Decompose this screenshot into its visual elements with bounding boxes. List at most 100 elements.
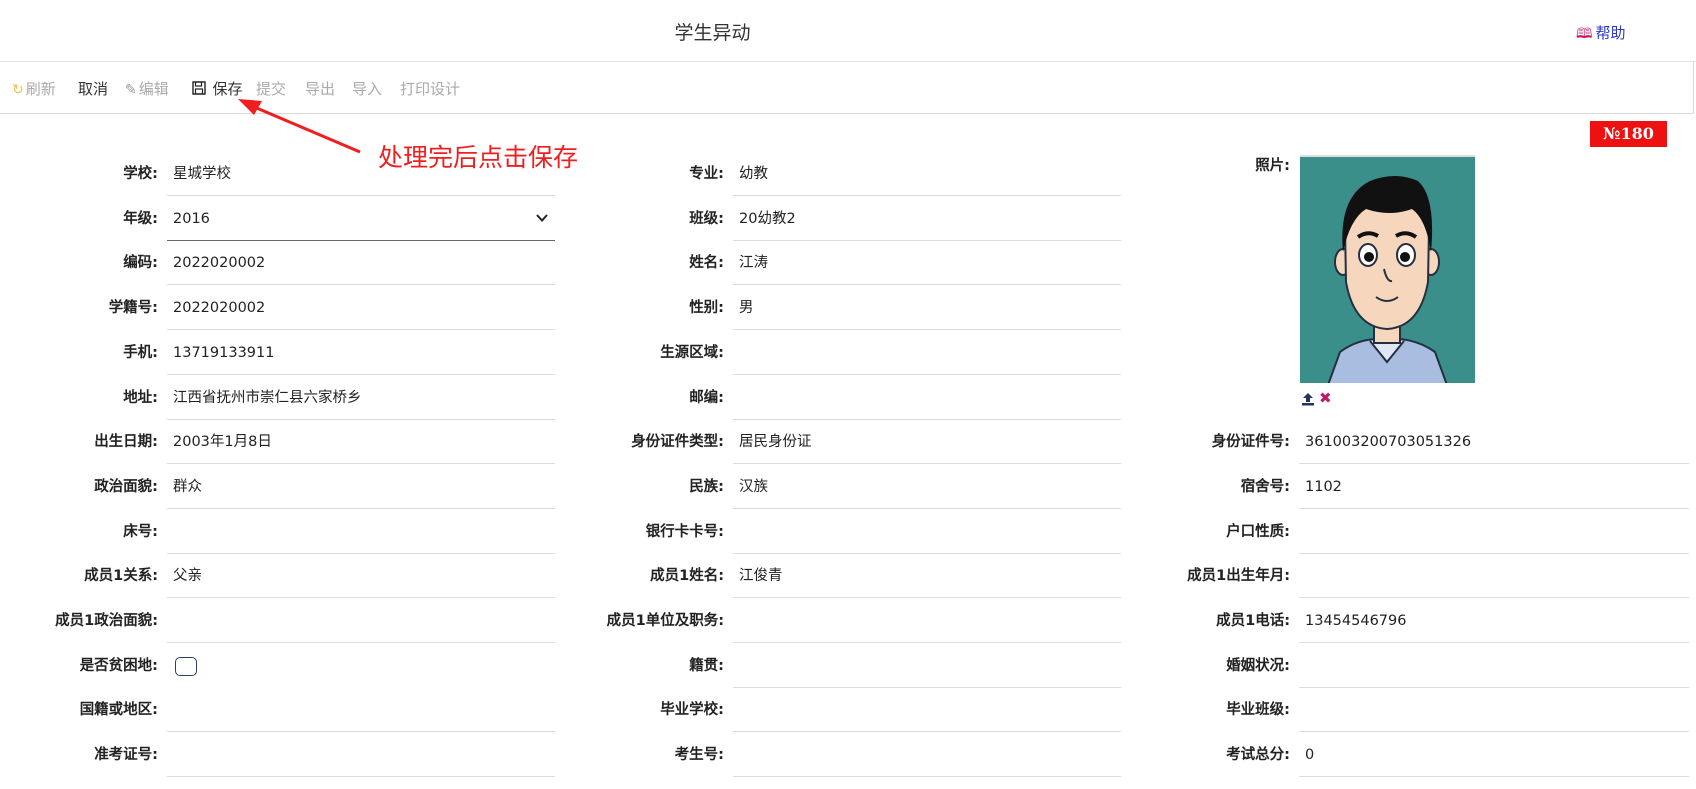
export-button[interactable]: 导出 (305, 78, 335, 99)
field-input[interactable] (1299, 644, 1689, 688)
field-label: 身份证件号: (1211, 434, 1290, 451)
field-input[interactable]: 父亲 (167, 554, 555, 599)
field-label: 身份证件类型: (631, 434, 724, 451)
cancel-button[interactable]: 取消 (78, 78, 108, 99)
field-input[interactable] (733, 510, 1121, 554)
field-input[interactable] (167, 733, 555, 778)
field-input[interactable] (733, 599, 1121, 643)
field-label: 年级: (123, 210, 158, 227)
field-input[interactable]: 13454546796 (1299, 599, 1689, 643)
poverty-area-checkbox[interactable] (175, 656, 197, 676)
field-input[interactable]: 361003200703051326 (1299, 420, 1689, 465)
field-label: 床号: (123, 523, 158, 540)
field-input[interactable]: 2022020002 (167, 241, 555, 286)
form-field: 成员1电话: 13454546796 (1150, 599, 1689, 643)
form-field: 成员1政治面貌: (20, 599, 555, 643)
form-field: 民族: 汉族 (576, 465, 1121, 509)
form-field: 成员1单位及职务: (576, 599, 1121, 643)
field-label: 宿舍号: (1240, 478, 1290, 495)
field-input[interactable] (1299, 554, 1689, 599)
field-input[interactable] (167, 510, 555, 554)
field-label: 户口性质: (1226, 523, 1290, 540)
field-label: 国籍或地区: (79, 702, 158, 719)
field-input[interactable]: 男 (733, 286, 1121, 331)
field-input[interactable] (1299, 510, 1689, 554)
form-field: 身份证件类型: 居民身份证 (576, 420, 1121, 465)
field-label: 学校: (123, 166, 158, 182)
form-field: 班级: 20幼教2 (576, 197, 1121, 241)
field-input[interactable] (167, 599, 555, 643)
field-input[interactable]: 幼教 (733, 152, 1121, 196)
chevron-down-icon (536, 214, 548, 222)
form-field: 政治面貌: 群众 (20, 465, 555, 509)
field-input[interactable] (733, 733, 1121, 778)
field-input[interactable]: 居民身份证 (733, 420, 1121, 465)
form-field: 籍贯: (576, 644, 1121, 688)
form-field: 婚姻状况: (1150, 644, 1689, 688)
upload-icon[interactable] (1301, 391, 1315, 410)
field-label: 生源区域: (660, 344, 724, 361)
submit-label: 提交 (256, 80, 287, 98)
field-label: 是否贫困地: (79, 657, 158, 674)
form-field: 成员1关系: 父亲 (20, 554, 555, 599)
photo-actions: ✖ (1301, 391, 1341, 409)
help-label: 帮助 (1595, 24, 1626, 42)
field-input[interactable]: 江涛 (733, 241, 1121, 286)
edit-button[interactable]: ✎ 编辑 (125, 78, 169, 99)
form-field: 邮编: (576, 376, 1121, 420)
form-field: 学校: 星城学校 (20, 152, 555, 196)
edit-label: 编辑 (138, 80, 169, 98)
poverty-area-field (167, 644, 555, 688)
field-label: 成员1单位及职务: (606, 613, 724, 629)
field-label: 邮编: (689, 389, 724, 406)
field-label: 成员1政治面貌: (55, 613, 158, 629)
grade-select[interactable]: 2016 (167, 197, 555, 241)
field-input[interactable] (733, 688, 1121, 733)
field-label: 毕业班级: (1226, 702, 1290, 719)
toolbar: ↻ 刷新 取消 ✎ 编辑 保存 提交 导出 导入 打印设计 (0, 62, 1694, 114)
field-input[interactable] (733, 376, 1121, 420)
submit-button[interactable]: 提交 (256, 78, 286, 99)
field-input[interactable]: 江俊青 (733, 554, 1121, 599)
field-label: 婚姻状况: (1226, 657, 1290, 674)
field-input[interactable]: 2022020002 (167, 286, 555, 331)
refresh-button[interactable]: ↻ 刷新 (12, 78, 56, 99)
field-input[interactable]: 20幼教2 (733, 197, 1121, 241)
field-label: 民族: (689, 478, 724, 495)
form-field: 成员1姓名: 江俊青 (576, 554, 1121, 599)
field-label: 性别: (689, 300, 724, 317)
field-input[interactable] (733, 644, 1121, 688)
form-field: 银行卡卡号: (576, 510, 1121, 554)
field-input[interactable] (167, 688, 555, 733)
import-button[interactable]: 导入 (352, 78, 382, 99)
print-design-button[interactable]: 打印设计 (400, 78, 460, 99)
field-input[interactable]: 1102 (1299, 465, 1689, 509)
form-field: 编码: 2022020002 (20, 241, 555, 286)
field-input[interactable]: 江西省抚州市崇仁县六家桥乡 (167, 376, 555, 420)
form-field: 生源区域: (576, 331, 1121, 375)
field-input[interactable]: 13719133911 (167, 331, 555, 375)
import-label: 导入 (352, 80, 383, 98)
delete-icon[interactable]: ✖ (1319, 391, 1332, 406)
grade-select-value: 2016 (173, 210, 210, 227)
book-icon: 🕮 (1576, 26, 1593, 42)
field-input[interactable]: 汉族 (733, 465, 1121, 509)
field-input[interactable] (733, 331, 1121, 375)
field-label: 专业: (689, 166, 724, 182)
field-input[interactable]: 群众 (167, 465, 555, 509)
help-link[interactable]: 🕮 帮助 (1576, 22, 1696, 47)
field-input[interactable] (1299, 688, 1689, 733)
field-input[interactable]: 0 (1299, 733, 1689, 778)
field-label: 毕业学校: (660, 702, 724, 719)
field-label: 政治面貌: (94, 478, 158, 495)
print-design-label: 打印设计 (400, 80, 461, 98)
record-number-badge: №180 (1590, 121, 1667, 147)
field-label: 准考证号: (94, 747, 158, 764)
form-field: 准考证号: (20, 733, 555, 778)
field-input[interactable]: 星城学校 (167, 152, 555, 196)
form-field: 国籍或地区: (20, 688, 555, 733)
field-input[interactable]: 2003年1月8日 (167, 420, 555, 465)
save-button[interactable]: 保存 (192, 78, 242, 99)
form-field: 考生号: (576, 733, 1121, 778)
field-label: 银行卡卡号: (645, 523, 724, 540)
